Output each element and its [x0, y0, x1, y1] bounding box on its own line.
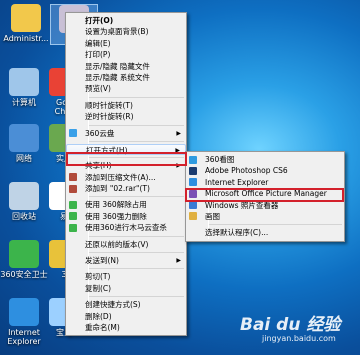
open-with-item[interactable]: 360看图	[186, 154, 344, 165]
open-with-highlight-box	[66, 152, 187, 166]
menu-item-label: Internet Explorer	[205, 177, 269, 187]
desktop-icon-label: Internet Explorer	[7, 328, 41, 346]
menu-item-label: 选择默认程序(C)...	[205, 228, 269, 238]
context-menu-item[interactable]: 重命名(M)	[66, 322, 186, 333]
context-menu-item[interactable]: 打开(O)	[66, 15, 186, 26]
menu-item-label: 使用360进行木马云查杀	[85, 223, 167, 233]
context-menu-item[interactable]: 预览(V)	[66, 83, 186, 94]
context-menu-item[interactable]: 删除(D)	[66, 311, 186, 322]
menu-separator	[88, 196, 184, 198]
menu-item-label: 编辑(E)	[85, 38, 111, 48]
context-menu-item[interactable]: 顺时针旋转(T)	[66, 100, 186, 111]
desktop-icon-label: Administr...	[3, 34, 49, 43]
open-with-item[interactable]: Internet Explorer	[186, 177, 344, 188]
context-menu-item[interactable]: 打印(P)	[66, 49, 186, 60]
open-with-item[interactable]: 画图	[186, 211, 344, 222]
context-menu-item[interactable]: 创建快捷方式(S)	[66, 299, 186, 310]
desktop-icon-label: 网络	[16, 154, 32, 163]
desktop-icon-image	[11, 4, 41, 32]
app-icon	[189, 212, 197, 221]
menu-separator	[88, 124, 184, 126]
context-menu-item[interactable]: 使用360进行木马云查杀	[66, 222, 186, 233]
context-menu-item[interactable]: 360云盘 ▶	[66, 128, 186, 139]
desktop-icon-image	[9, 298, 39, 326]
picture-manager-highlight-box	[185, 188, 344, 202]
desktop-icon-label: 计算机	[12, 98, 36, 107]
menu-separator	[208, 224, 342, 226]
context-menu-item[interactable]: 显示/隐藏 隐藏文件	[66, 61, 186, 72]
menu-item-label: 360云盘	[85, 128, 115, 138]
app-icon	[189, 166, 197, 175]
menu-item-label: 重命名(M)	[85, 322, 120, 332]
context-menu: 打开(O) 设置为桌面背景(B) 编辑(E) 打印(P) 显示/隐藏 隐藏文件 显示/隐藏…	[65, 12, 187, 337]
context-menu-item[interactable]: 显示/隐藏 系统文件	[66, 72, 186, 83]
desktop-icon-image	[9, 124, 39, 152]
app-icon	[189, 201, 197, 210]
context-menu-item[interactable]: 使用 360强力删除	[66, 211, 186, 222]
desktop-icon-image	[9, 240, 39, 268]
menu-item-label: 360看图	[205, 155, 235, 164]
context-menu-item[interactable]: 还原以前的版本(V)	[66, 239, 186, 250]
open-with-item[interactable]: Adobe Photoshop CS6	[186, 165, 344, 176]
menu-item-label: 添加到 "02.rar"(T)	[85, 184, 150, 194]
shield-icon	[69, 200, 77, 209]
archive-icon	[69, 184, 77, 193]
open-with-item[interactable]: 选择默认程序(C)...	[186, 227, 344, 238]
app-icon	[189, 155, 197, 164]
menu-item-label: 逆时针旋转(R)	[85, 112, 134, 122]
menu-item-label: 发送到(N)	[85, 256, 119, 266]
context-menu-item[interactable]: 设置为桌面背景(B)	[66, 26, 186, 37]
menu-item-label: 顺时针旋转(T)	[85, 100, 133, 110]
menu-item-label: Adobe Photoshop CS6	[205, 166, 288, 176]
cloud-icon	[69, 129, 77, 138]
menu-item-label: 使用 360强力删除	[85, 211, 147, 221]
watermark-url: jingyan.baidu.com	[262, 334, 336, 343]
menu-item-label: 复制(C)	[85, 283, 112, 293]
menu-item-label: 预览(V)	[85, 84, 111, 94]
menu-separator	[88, 268, 184, 270]
menu-item-label: 打开(O)	[85, 16, 114, 25]
context-menu-item[interactable]: 发送到(N) ▶	[66, 255, 186, 266]
menu-separator	[88, 296, 184, 298]
menu-separator	[88, 252, 184, 254]
menu-item-label: 使用 360解除占用	[85, 200, 147, 210]
menu-item-label: 创建快捷方式(S)	[85, 300, 141, 310]
menu-item-label: 打印(P)	[85, 50, 111, 60]
menu-item-label: 还原以前的版本(V)	[85, 239, 149, 249]
desktop-icon-label: 回收站	[12, 212, 36, 221]
shield-icon	[69, 223, 77, 232]
shield-icon	[69, 212, 77, 221]
menu-item-label: 删除(D)	[85, 311, 112, 321]
context-menu-item[interactable]: 添加到压缩文件(A)...	[66, 172, 186, 183]
baidu-logo-text: Bai du 经验	[240, 315, 341, 335]
submenu-arrow-icon: ▶	[176, 257, 181, 265]
context-menu-item[interactable]: 逆时针旋转(R)	[66, 111, 186, 122]
menu-separator	[88, 235, 184, 237]
menu-item-label: 剪切(T)	[85, 272, 111, 282]
menu-item-label: 添加到压缩文件(A)...	[85, 172, 156, 182]
baidu-jingyan-logo: Bai du 经验	[240, 310, 340, 335]
menu-separator	[88, 96, 184, 98]
app-icon	[189, 178, 197, 187]
context-menu-item[interactable]: 添加到 "02.rar"(T)	[66, 183, 186, 194]
menu-item-label: 显示/隐藏 隐藏文件	[85, 61, 150, 71]
context-menu-item[interactable]: 编辑(E)	[66, 38, 186, 49]
menu-item-label: 显示/隐藏 系统文件	[85, 72, 150, 82]
desktop-icon-image	[9, 182, 39, 210]
menu-item-label: 画图	[205, 211, 220, 221]
submenu-arrow-icon: ▶	[176, 129, 181, 137]
archive-icon	[69, 173, 77, 182]
context-menu-item[interactable]: 剪切(T)	[66, 271, 186, 282]
menu-separator	[88, 140, 184, 142]
context-menu-item[interactable]: 使用 360解除占用	[66, 199, 186, 210]
desktop-icon-image	[9, 68, 39, 96]
context-menu-item[interactable]: 复制(C)	[66, 283, 186, 294]
menu-item-label: 设置为桌面背景(B)	[85, 27, 149, 37]
desktop-icon[interactable]: Administr...	[2, 4, 50, 43]
